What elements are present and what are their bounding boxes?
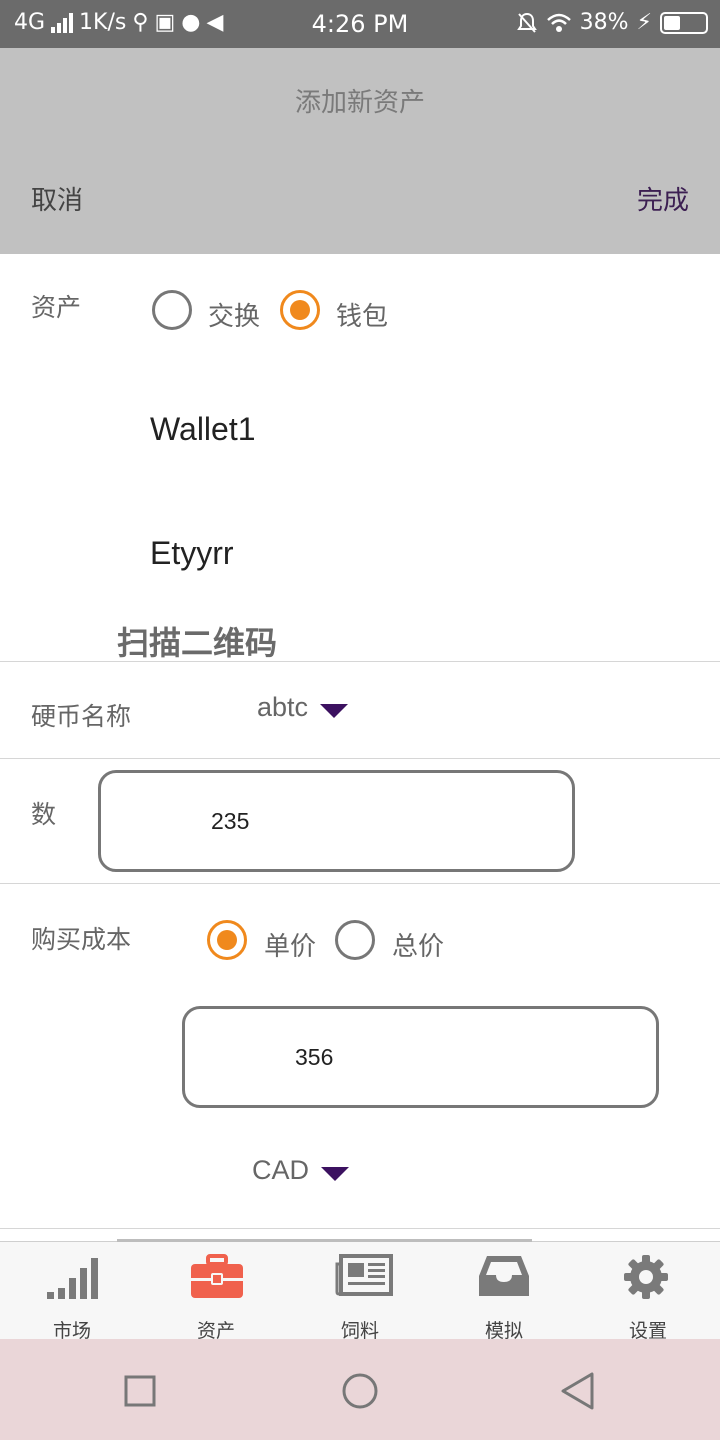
header-bar: 添加新资产 取消 完成	[0, 48, 720, 254]
coin-value: abtc	[257, 692, 309, 722]
divider	[0, 758, 720, 759]
caret-down-icon	[320, 703, 349, 718]
bottom-tab-bar: 市场 资产 饲料 模拟 设置	[0, 1239, 720, 1342]
scan-qr-button[interactable]: 扫描二维码	[117, 618, 277, 664]
radio-total-price[interactable]	[335, 920, 375, 960]
tab-feed[interactable]: 饲料	[288, 1242, 432, 1342]
radio-wallet-label[interactable]: 钱包	[336, 296, 388, 333]
purchase-cost-label: 购买成本	[31, 925, 132, 954]
tab-assets[interactable]: 资产	[144, 1242, 288, 1342]
wallet-item-etyyrr[interactable]: Etyyrr	[150, 535, 234, 572]
cancel-button[interactable]: 取消	[31, 180, 83, 217]
briefcase-icon	[191, 1254, 243, 1298]
status-right: 38% ⚡	[516, 10, 708, 35]
battery-percent: 38%	[579, 10, 629, 35]
coin-name-label: 硬币名称	[31, 702, 132, 731]
caret-down-icon	[321, 1166, 350, 1181]
radio-total-price-label[interactable]: 总价	[392, 926, 444, 963]
divider	[0, 1228, 720, 1229]
gear-icon	[624, 1255, 668, 1299]
radio-unit-price[interactable]	[207, 920, 247, 960]
radio-exchange[interactable]	[152, 290, 192, 330]
page-title: 添加新资产	[294, 88, 425, 118]
quantity-label: 数	[31, 800, 57, 829]
tab-settings[interactable]: 设置	[576, 1242, 720, 1342]
wifi-icon	[546, 13, 571, 32]
battery-icon	[660, 11, 708, 34]
back-triangle-icon[interactable]	[553, 1366, 603, 1416]
tab-market[interactable]: 市场	[0, 1242, 144, 1342]
cost-input-box[interactable]	[182, 1006, 659, 1108]
recents-square-icon[interactable]	[115, 1366, 165, 1416]
system-nav-bar	[0, 1339, 720, 1440]
signal-bars-icon	[47, 1258, 98, 1299]
inbox-icon	[479, 1256, 529, 1296]
status-bar: 4G 1K/s ⚲ ▣ ● ◀ 4:26 PM 38% ⚡	[0, 0, 720, 48]
mute-bell-icon	[516, 12, 537, 33]
divider	[0, 661, 720, 662]
tab-simulate[interactable]: 模拟	[432, 1242, 576, 1342]
done-button[interactable]: 完成	[637, 180, 689, 217]
currency-value: CAD	[252, 1155, 310, 1185]
newspaper-icon	[335, 1254, 393, 1296]
divider	[0, 883, 720, 884]
home-circle-icon[interactable]	[335, 1366, 385, 1416]
charging-icon: ⚡	[636, 10, 652, 35]
radio-exchange-label[interactable]: 交换	[208, 296, 260, 333]
asset-label: 资产	[31, 293, 82, 322]
quantity-input[interactable]	[211, 773, 511, 869]
cost-input[interactable]	[295, 1009, 595, 1105]
wallet-item-wallet1[interactable]: Wallet1	[150, 411, 256, 448]
radio-unit-price-label[interactable]: 单价	[264, 926, 316, 963]
coin-dropdown[interactable]: abtc	[257, 692, 349, 723]
quantity-input-box[interactable]	[98, 770, 575, 872]
radio-wallet[interactable]	[280, 290, 320, 330]
currency-dropdown[interactable]: CAD	[252, 1155, 350, 1186]
